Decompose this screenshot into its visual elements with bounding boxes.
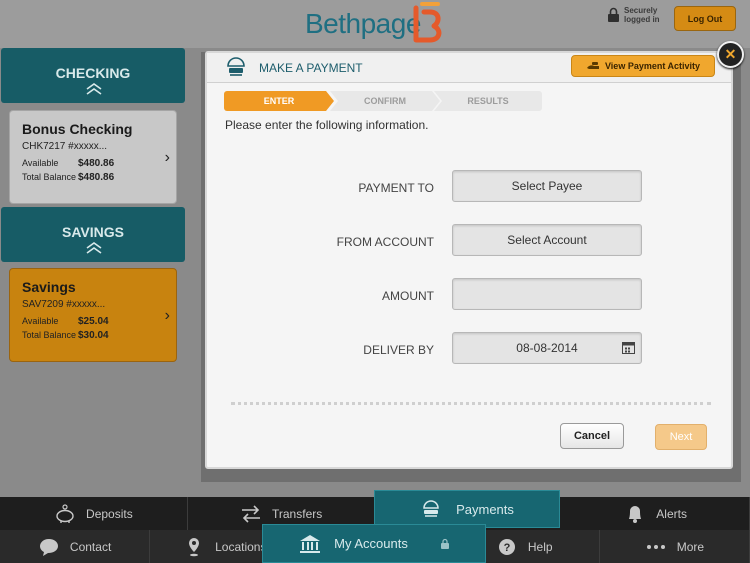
piggy-bank-icon <box>56 504 74 523</box>
total-balance-value: $30.04 <box>78 330 109 341</box>
nav-contact[interactable]: Contact <box>0 530 151 563</box>
payment-to-label: PAYMENT TO <box>358 181 434 195</box>
divider <box>231 402 711 408</box>
amount-input[interactable] <box>452 278 642 310</box>
make-payment-modal: MAKE A PAYMENT View Payment Activity ENT… <box>205 51 733 469</box>
secure-text-line1: Securely <box>624 6 658 15</box>
accounts-panel: CHECKING Bonus Checking CHK7217 #xxxxx..… <box>0 48 200 498</box>
modal-title: MAKE A PAYMENT <box>259 61 363 75</box>
close-icon[interactable]: ✕ <box>717 41 744 68</box>
total-balance-label: Total Balance <box>22 330 77 340</box>
lock-icon <box>608 7 619 22</box>
account-name: Savings <box>22 279 76 295</box>
logout-button[interactable]: Log Out <box>674 6 736 31</box>
account-number: CHK7217 #xxxxx... <box>22 141 108 152</box>
total-balance-row: Total Balance $480.86 <box>22 172 164 183</box>
secure-status: Securely logged in <box>607 6 664 24</box>
app-header: Bethpage Securely logged in Log Out <box>0 0 750 48</box>
nav-deposits-label: Deposits <box>86 507 133 521</box>
from-account-label: FROM ACCOUNT <box>336 235 434 249</box>
chevron-right-icon: › <box>164 149 170 166</box>
nav-payments[interactable]: Payments <box>374 490 560 528</box>
map-pin-icon <box>189 538 200 557</box>
nav-help-label: Help <box>527 540 553 554</box>
account-name: Bonus Checking <box>22 121 133 137</box>
nav-alerts-label: Alerts <box>656 507 687 521</box>
cancel-button[interactable]: Cancel <box>560 423 624 449</box>
secure-text-line2: logged in <box>624 15 660 24</box>
bethpage-logo-text: Bethpage <box>305 8 421 39</box>
calendar-icon[interactable] <box>622 341 635 354</box>
nav-alerts[interactable]: Alerts <box>562 497 750 531</box>
more-dots-icon <box>646 545 665 549</box>
available-label: Available <box>22 158 59 168</box>
nav-my-accounts[interactable]: My Accounts <box>262 524 486 563</box>
nav-locations-label: Locations <box>215 540 267 554</box>
checking-account-card[interactable]: Bonus Checking CHK7217 #xxxxx... Availab… <box>9 110 177 204</box>
amount-label: AMOUNT <box>382 289 434 303</box>
modal-header: MAKE A PAYMENT View Payment Activity <box>207 53 731 83</box>
deliver-by-date-field[interactable]: 08-08-2014 <box>452 332 642 364</box>
available-row: Available $480.86 <box>22 158 164 169</box>
payment-hand-icon <box>423 500 439 517</box>
lock-icon <box>440 538 449 549</box>
help-circle-icon: ? <box>498 539 515 555</box>
view-payment-activity-label: View Payment Activity <box>604 61 701 71</box>
double-chevron-up-icon <box>86 83 102 95</box>
chevron-right-icon: › <box>164 307 170 324</box>
view-payment-activity-button[interactable]: View Payment Activity <box>571 55 715 77</box>
available-label: Available <box>22 316 59 326</box>
instructions-text: Please enter the following information. <box>225 118 429 132</box>
nav-payments-label: Payments <box>456 501 514 517</box>
nav-deposits[interactable]: Deposits <box>0 497 188 531</box>
savings-section-header[interactable]: SAVINGS <box>1 207 185 262</box>
payment-hand-icon <box>227 57 245 76</box>
deliver-by-value: 08-08-2014 <box>516 341 578 355</box>
checking-header-label: CHECKING <box>55 65 131 81</box>
svg-text:?: ? <box>503 542 510 554</box>
bank-building-icon <box>300 534 321 553</box>
step-confirm: CONFIRM <box>330 91 440 111</box>
select-account-dropdown[interactable]: Select Account <box>452 224 642 256</box>
hand-payment-icon <box>586 62 599 69</box>
total-balance-row: Total Balance $30.04 <box>22 330 164 341</box>
deliver-by-label: DELIVER BY <box>363 343 434 357</box>
savings-header-label: SAVINGS <box>62 224 124 240</box>
savings-account-card[interactable]: Savings SAV7209 #xxxxx... Available $25.… <box>9 268 177 362</box>
select-payee-dropdown[interactable]: Select Payee <box>452 170 642 202</box>
available-row: Available $25.04 <box>22 316 164 327</box>
bethpage-logo-mark-icon <box>413 2 442 43</box>
account-number: SAV7209 #xxxxx... <box>22 299 106 310</box>
chat-bubble-icon <box>39 539 58 556</box>
checking-section-header[interactable]: CHECKING <box>1 48 185 103</box>
nav-transfers-label: Transfers <box>272 507 323 521</box>
bell-icon <box>629 506 642 523</box>
next-button[interactable]: Next <box>655 424 707 450</box>
available-value: $480.86 <box>78 158 115 169</box>
step-results: RESULTS <box>434 91 542 111</box>
secure-text: Securely logged in <box>624 6 664 24</box>
nav-more-label: More <box>676 540 705 554</box>
total-balance-label: Total Balance <box>22 172 77 182</box>
transfer-arrows-icon <box>242 505 260 523</box>
total-balance-value: $480.86 <box>78 172 115 183</box>
nav-more[interactable]: More <box>600 530 750 563</box>
nav-contact-label: Contact <box>69 540 112 554</box>
step-enter: ENTER <box>224 91 334 111</box>
nav-my-accounts-label: My Accounts <box>334 536 408 551</box>
available-value: $25.04 <box>78 316 109 327</box>
double-chevron-up-icon <box>86 242 102 254</box>
